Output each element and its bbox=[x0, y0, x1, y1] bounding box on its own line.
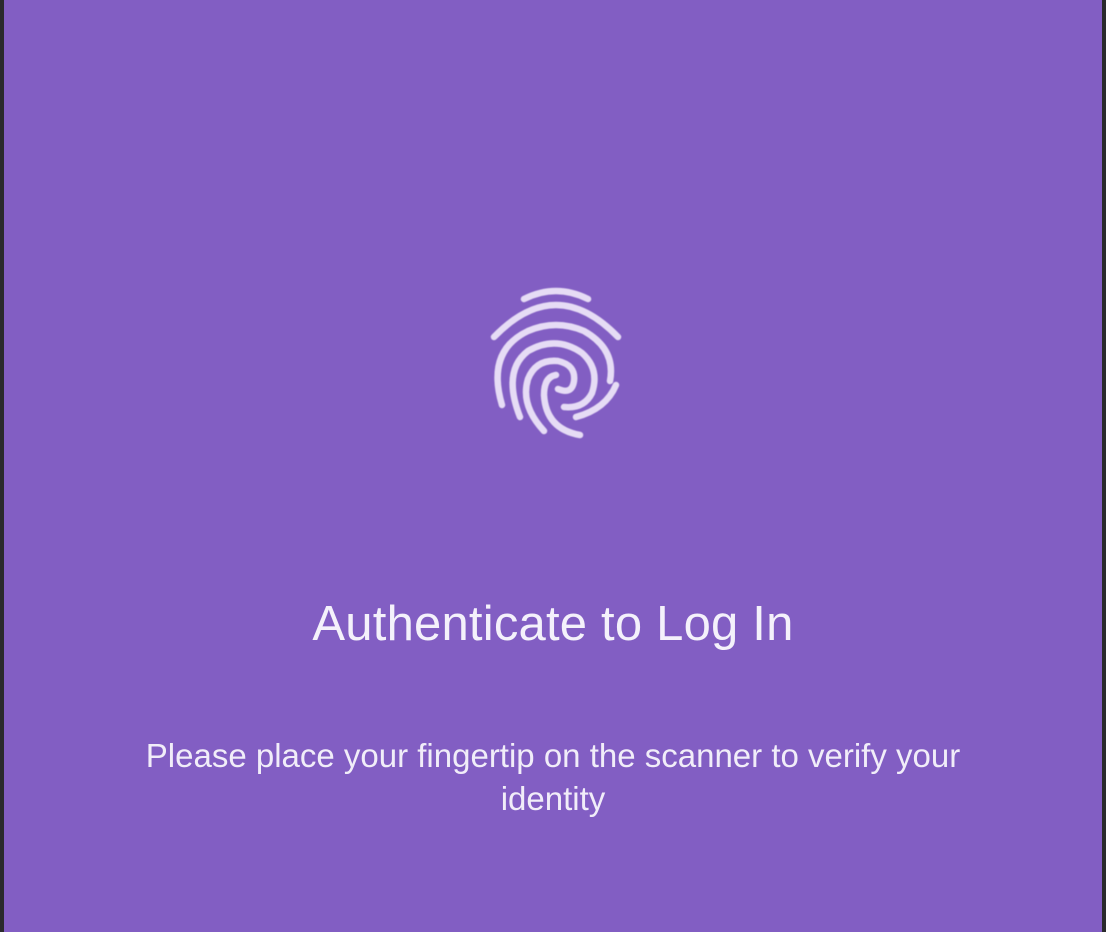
biometric-auth-screen: Authenticate to Log In Please place your… bbox=[4, 0, 1102, 932]
device-frame: Authenticate to Log In Please place your… bbox=[4, 0, 1102, 932]
fingerprint-icon bbox=[490, 287, 622, 439]
auth-message: Please place your fingertip on the scann… bbox=[145, 737, 961, 817]
fingerprint-sensor[interactable] bbox=[476, 277, 636, 447]
auth-title: Authenticate to Log In bbox=[312, 597, 794, 651]
